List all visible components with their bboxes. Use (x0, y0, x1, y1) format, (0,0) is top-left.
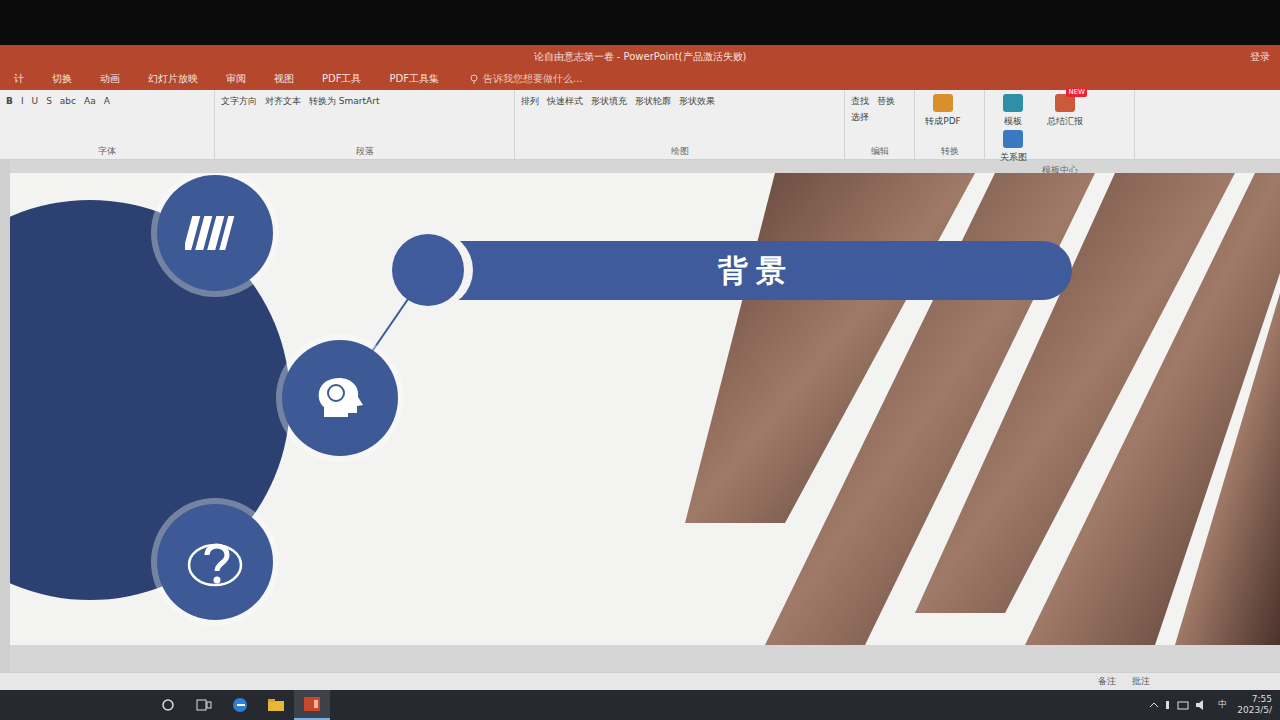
window-title: 论自由意志第一卷 - PowerPoint(产品激活失败) (534, 51, 747, 62)
clock-date: 2023/5/ (1237, 705, 1272, 716)
edge-button[interactable] (222, 690, 258, 720)
ribbon-button-label[interactable]: 模板 (1004, 114, 1022, 128)
taskbar: 中 7:552023/5/ (0, 690, 1280, 720)
monitor-bezel (0, 0, 1280, 45)
ribbon-group: 文字方向对齐文本转换为 SmartArt段落 (215, 90, 515, 159)
system-tray: 中 7:552023/5/ (1148, 694, 1280, 716)
task-view-button[interactable] (186, 690, 222, 720)
ribbon-button-icon (933, 94, 953, 112)
icon-circle (157, 175, 273, 291)
ribbon-button[interactable]: 快速样式 (547, 94, 583, 108)
clock-time: 7:55 (1237, 694, 1272, 705)
status-bar: 备注批注 (0, 672, 1280, 690)
tell-me-search[interactable]: 告诉我您想要做什么... (453, 68, 583, 90)
icon-circle (282, 340, 398, 456)
ribbon-group-label: 绘图 (521, 145, 838, 159)
slide-title[interactable]: 背景 (718, 248, 794, 293)
ribbon-button[interactable]: A (104, 94, 110, 108)
powerpoint-button[interactable] (294, 690, 330, 720)
ribbon-button[interactable]: S (46, 94, 52, 108)
login-button[interactable]: 登录 (1250, 45, 1270, 68)
ribbon-button[interactable]: B (6, 94, 13, 108)
menu-tab[interactable]: 审阅 (212, 68, 260, 90)
ribbon-button[interactable]: 选择 (851, 110, 869, 124)
edge-icon (232, 697, 248, 713)
lightbulb-icon (469, 74, 479, 84)
ribbon-button[interactable]: 形状效果 (679, 94, 715, 108)
ribbon-group-label: 字体 (6, 145, 208, 159)
ribbon-button[interactable]: Aa (84, 94, 96, 108)
ribbon-group: 排列快速样式形状填充形状轮廓形状效果绘图 (515, 90, 845, 159)
menu-tab[interactable]: 切换 (38, 68, 86, 90)
menu-tab[interactable]: 视图 (260, 68, 308, 90)
new-badge: NEW (1066, 88, 1087, 97)
tell-me-text[interactable]: 告诉我您想要做什么... (483, 68, 583, 90)
ribbon-button-icon (1003, 94, 1023, 112)
status-button[interactable]: 批注 (1132, 673, 1150, 690)
ribbon-button[interactable]: 文字方向 (221, 94, 257, 108)
ribbon-button-label[interactable]: 总结汇报 (1047, 114, 1083, 128)
ribbon-button-label[interactable]: 转成PDF (925, 114, 961, 128)
menu-tab[interactable]: 计 (0, 68, 38, 90)
cortana-icon (161, 698, 175, 712)
ribbon-button-label[interactable]: 关系图 (1000, 150, 1027, 164)
ribbon-button[interactable]: 关系图 (991, 130, 1035, 164)
ribbon-button[interactable]: U (32, 94, 39, 108)
ribbon-button[interactable]: 转换为 SmartArt (309, 94, 379, 108)
clock[interactable]: 7:552023/5/ (1237, 694, 1272, 716)
ribbon-button-icon (1003, 130, 1023, 148)
ribbon-button[interactable]: 转成PDF (921, 94, 965, 128)
title-dot (392, 234, 464, 306)
title-bar: 论自由意志第一卷 - PowerPoint(产品激活失败) 登录 (0, 45, 1280, 68)
menu-tab[interactable]: PDF工具 (308, 68, 375, 90)
thumbnail-strip (0, 160, 10, 672)
task-view-icon (196, 699, 212, 711)
ribbon-button[interactable]: 模板 (991, 94, 1035, 128)
ribbon-button[interactable]: 对齐文本 (265, 94, 301, 108)
ribbon-group-label: 转换 (921, 145, 978, 159)
slide[interactable]: 背景 (10, 173, 1280, 645)
ribbon-button[interactable]: I (21, 94, 24, 108)
ribbon-group: 查找替换选择编辑 (845, 90, 915, 159)
ribbon-button[interactable]: 形状填充 (591, 94, 627, 108)
search-button[interactable] (150, 690, 186, 720)
ribbon-button[interactable]: 形状轮廓 (635, 94, 671, 108)
menu-tab[interactable]: 动画 (86, 68, 134, 90)
folder-icon (267, 698, 285, 712)
slide-title-bar: 背景 (440, 241, 1072, 300)
ribbon-button[interactable]: 查找 (851, 94, 869, 108)
ribbon-button[interactable]: 总结汇报NEW (1043, 94, 1087, 128)
ribbon-group-items: 文字方向对齐文本转换为 SmartArt (221, 94, 508, 145)
ribbon-group-label: 编辑 (851, 145, 908, 159)
brain-head-icon (310, 371, 370, 425)
workspace: 背景 (0, 160, 1280, 672)
slide-stage: 背景 (10, 160, 1280, 672)
books-icon (185, 206, 245, 260)
menu-tab[interactable]: PDF工具集 (375, 68, 452, 90)
powerpoint-icon (302, 696, 322, 712)
ribbon-button[interactable]: 替换 (877, 94, 895, 108)
ribbon-button[interactable]: 排列 (521, 94, 539, 108)
status-button[interactable]: 备注 (1098, 673, 1116, 690)
ribbon-group: 转成PDF 转换 (915, 90, 985, 159)
tray-icons (1148, 699, 1208, 711)
ribbon-group-items: 查找替换选择 (851, 94, 908, 145)
menu-bar: 计切换动画幻灯片放映审阅视图PDF工具PDF工具集 告诉我您想要做什么... (0, 68, 1280, 90)
explorer-button[interactable] (258, 690, 294, 720)
ime-indicator[interactable]: 中 (1218, 698, 1227, 712)
ribbon-group: 模板总结汇报NEW关系图模板中心 (985, 90, 1135, 159)
ribbon-group-items: 转成PDF (921, 94, 978, 145)
icon-circle (157, 504, 273, 620)
menu-tab[interactable]: 幻灯片放映 (134, 68, 212, 90)
question-icon (185, 535, 245, 589)
ribbon-group-items: BIUSabc Aa A (6, 94, 208, 145)
ribbon-group: BIUSabc Aa A 字体 (0, 90, 215, 159)
ribbon-group-items: 模板 总结汇报NEW 关系图 (991, 94, 1128, 164)
ribbon: BIUSabcAaA字体文字方向对齐文本转换为 SmartArt段落排列快速样式… (0, 90, 1280, 160)
ribbon-group-items: 排列快速样式形状填充形状轮廓形状效果 (521, 94, 838, 145)
ribbon-group-label: 段落 (221, 145, 508, 159)
ribbon-button[interactable]: abc (60, 94, 76, 108)
